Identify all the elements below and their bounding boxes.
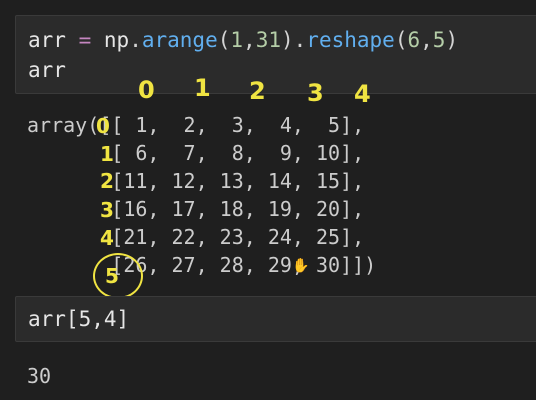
cell-output-1: array([[ 1, 2, 3, 4, 5], [ 6, 7, 8, 9, 1…	[27, 111, 376, 279]
code-editor-2[interactable]: arr[5,4]	[28, 304, 129, 334]
token-comma: ,	[420, 28, 433, 52]
token-arange: arange	[141, 28, 218, 52]
token-num: 31	[255, 28, 281, 52]
token-num: 1	[230, 28, 244, 52]
output-line: [ 6, 7, 8, 9, 10],	[27, 141, 365, 165]
output-line: array([[ 1, 2, 3, 4, 5],	[27, 113, 365, 137]
annotation-row-index: 0	[96, 114, 110, 138]
token-dot: .	[129, 28, 142, 52]
mouse-cursor-icon: ✋	[292, 258, 310, 274]
token-comma: ,	[243, 28, 256, 52]
cell-output-2: 30	[27, 364, 52, 388]
token-reshape: reshape	[306, 28, 395, 52]
annotation-col-index: 3	[307, 79, 324, 107]
output-line: [26, 27, 28, 29, 30]])	[27, 253, 377, 277]
output-line: [16, 17, 18, 19, 20],	[27, 197, 365, 221]
output-line: [11, 12, 13, 14, 15],	[27, 169, 365, 193]
token-paren: )	[280, 28, 294, 52]
annotation-row-index: 3	[100, 198, 114, 222]
code-cell-2[interactable]: arr[5,4]	[15, 296, 536, 342]
annotation-col-index: 0	[138, 76, 155, 104]
annotation-row-index: 1	[100, 142, 114, 166]
annotation-circle	[93, 253, 143, 299]
token-num: 5	[432, 28, 446, 52]
token-paren: )	[445, 28, 459, 52]
token-assign: =	[78, 28, 92, 52]
token-paren: (	[217, 28, 231, 52]
code-cell-1[interactable]: arr = np.arange(1,31).reshape(6,5) arr	[15, 15, 536, 94]
annotation-row-index: 2	[100, 169, 114, 193]
output-line: [21, 22, 23, 24, 25],	[27, 225, 365, 249]
code-editor-1[interactable]: arr = np.arange(1,31).reshape(6,5) arr	[28, 25, 458, 85]
annotation-col-index: 4	[354, 80, 371, 108]
token-num: 6	[407, 28, 421, 52]
token-dot: .	[293, 28, 307, 52]
annotation-col-index: 2	[249, 77, 266, 105]
annotation-row-index: 4	[100, 226, 114, 250]
token-np: np	[103, 28, 130, 52]
code-line-2: arr	[28, 58, 66, 82]
annotation-col-index: 1	[194, 74, 211, 102]
code-line-1: arr = np.arange(1,31).reshape(6,5)	[28, 28, 458, 52]
token-paren: (	[394, 28, 408, 52]
token-var: arr	[28, 28, 66, 52]
